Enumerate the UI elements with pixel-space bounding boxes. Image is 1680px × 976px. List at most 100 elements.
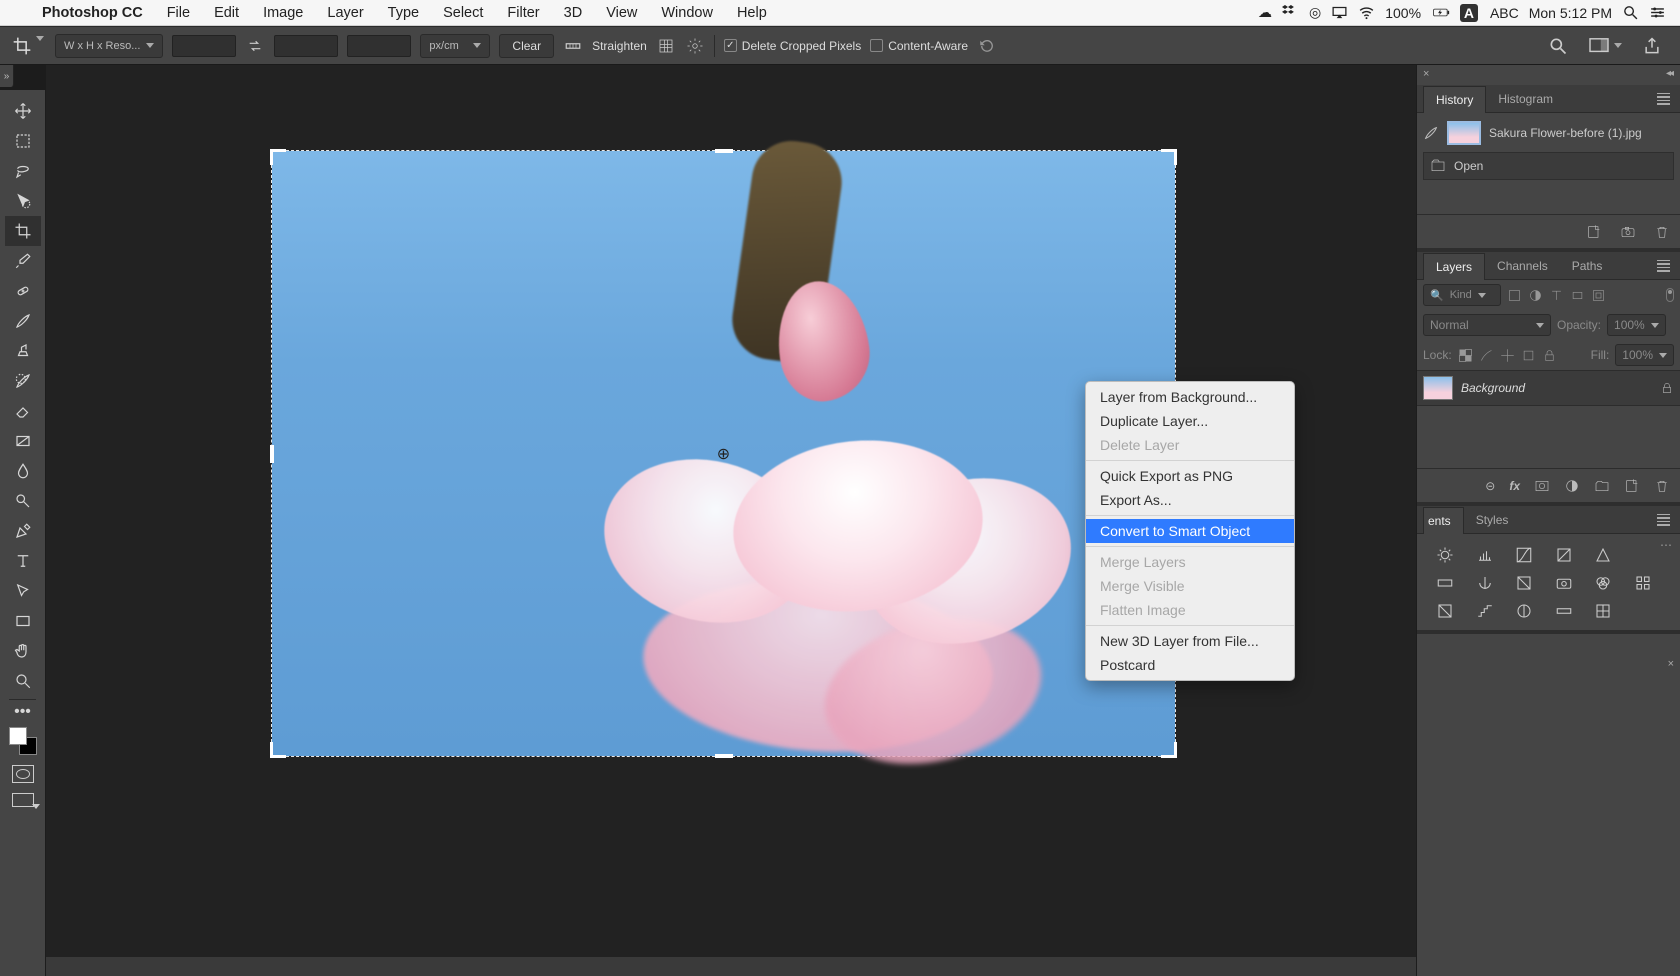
status-clock[interactable]: Mon 5:12 PM (1529, 5, 1612, 21)
tab-history[interactable]: History (1423, 86, 1486, 113)
crop-settings-icon[interactable] (685, 36, 705, 56)
adj-exposure-icon[interactable] (1554, 546, 1574, 564)
history-document-row[interactable]: Sakura Flower-before (1).jpg (1423, 117, 1674, 149)
expand-tabs-icon[interactable]: » (0, 65, 14, 87)
blend-mode-dropdown[interactable]: Normal (1423, 314, 1551, 336)
lock-artboard-icon[interactable] (1521, 348, 1536, 363)
menu-image[interactable]: Image (251, 5, 315, 21)
type-tool[interactable] (5, 546, 41, 576)
adj-brightness-icon[interactable] (1435, 546, 1455, 564)
menu-view[interactable]: View (594, 5, 649, 21)
adjustments-panel-menu-icon[interactable] (1653, 510, 1674, 530)
menu-file[interactable]: File (155, 5, 202, 21)
pen-tool[interactable] (5, 516, 41, 546)
ctx-duplicate-layer[interactable]: Duplicate Layer... (1086, 409, 1294, 433)
crop-preset-dropdown[interactable]: W x H x Reso... (55, 34, 163, 58)
adj-threshold-icon[interactable] (1514, 602, 1534, 620)
crop-unit-dropdown[interactable]: px/cm (420, 34, 490, 58)
hand-tool[interactable] (5, 636, 41, 666)
ctx-quick-export-png[interactable]: Quick Export as PNG (1086, 464, 1294, 488)
adjustment-layer-icon[interactable] (1564, 478, 1580, 494)
gradient-tool[interactable] (5, 426, 41, 456)
ctx-new-3d-layer[interactable]: New 3D Layer from File... (1086, 629, 1294, 653)
delete-cropped-checkbox[interactable]: Delete Cropped Pixels (724, 39, 861, 53)
lock-transparency-icon[interactable] (1458, 348, 1473, 363)
status-cloud-icon[interactable]: ☁︎ (1258, 4, 1272, 21)
adj-colorbalance-icon[interactable] (1475, 574, 1495, 592)
status-wifi-icon[interactable] (1358, 4, 1375, 21)
filter-shape-icon[interactable] (1570, 288, 1585, 303)
healing-brush-tool[interactable] (5, 276, 41, 306)
filter-pixel-icon[interactable] (1507, 288, 1522, 303)
color-swatches[interactable] (9, 727, 37, 755)
rectangle-tool[interactable] (5, 606, 41, 636)
tab-adjustments[interactable]: ents (1423, 507, 1464, 534)
crop-handle-tr[interactable] (1161, 149, 1177, 165)
app-name[interactable]: Photoshop CC (30, 5, 155, 21)
menu-layer[interactable]: Layer (315, 5, 375, 21)
crop-tool[interactable] (5, 216, 41, 246)
adj-gradientmap-icon[interactable] (1554, 602, 1574, 620)
status-cc-icon[interactable]: ◎ (1309, 4, 1321, 21)
fill-field[interactable]: 100% (1615, 344, 1674, 366)
layer-background[interactable]: Background (1417, 370, 1680, 406)
history-panel-menu-icon[interactable] (1653, 89, 1674, 109)
brush-tool[interactable] (5, 306, 41, 336)
history-step-open[interactable]: Open (1423, 152, 1674, 180)
ctx-layer-from-background[interactable]: Layer from Background... (1086, 385, 1294, 409)
swap-dimensions-icon[interactable] (245, 36, 265, 56)
crop-handle-bottom[interactable] (715, 754, 733, 758)
quick-selection-tool[interactable] (5, 186, 41, 216)
clone-stamp-tool[interactable] (5, 336, 41, 366)
timeline-close-icon[interactable]: × (1668, 658, 1674, 670)
crop-width-field[interactable] (172, 35, 236, 57)
filter-type-icon[interactable] (1549, 288, 1564, 303)
status-battery[interactable]: 100% (1385, 4, 1450, 21)
panel-collapse-icon[interactable]: ◂◂ (1666, 68, 1672, 79)
menu-edit[interactable]: Edit (202, 5, 251, 21)
opacity-field[interactable]: 100% (1607, 314, 1666, 336)
adj-photofilter-icon[interactable] (1554, 574, 1574, 592)
adj-channelmixer-icon[interactable] (1593, 574, 1613, 592)
layer-filter-kind-dropdown[interactable]: 🔍Kind (1423, 284, 1501, 306)
menu-type[interactable]: Type (376, 5, 431, 21)
active-tool-crop-icon[interactable] (10, 36, 46, 56)
layers-panel-menu-icon[interactable] (1653, 256, 1674, 276)
crop-handle-bl[interactable] (270, 742, 286, 758)
crop-handle-br[interactable] (1161, 742, 1177, 758)
layer-mask-icon[interactable] (1534, 478, 1550, 494)
screen-mode-toggle[interactable] (12, 793, 34, 807)
reset-crop-icon[interactable] (977, 36, 997, 56)
status-dropbox-icon[interactable] (1282, 4, 1299, 21)
ctx-convert-smart-object[interactable]: Convert to Smart Object (1086, 519, 1294, 543)
adj-posterize-icon[interactable] (1475, 602, 1495, 620)
eyedropper-tool[interactable] (5, 246, 41, 276)
ctx-postcard[interactable]: Postcard (1086, 653, 1294, 677)
menu-select[interactable]: Select (431, 5, 495, 21)
adj-vibrance-icon[interactable] (1593, 546, 1613, 564)
crop-handle-top[interactable] (715, 149, 733, 153)
straighten-label[interactable]: Straighten (592, 39, 647, 53)
crop-resolution-field[interactable] (347, 35, 411, 57)
adj-colorlookup-icon[interactable] (1633, 574, 1653, 592)
panel-group-close-icon[interactable]: × (1423, 68, 1429, 80)
layer-lock-icon[interactable] (1660, 381, 1674, 395)
delete-layer-icon[interactable] (1654, 478, 1670, 494)
quick-mask-toggle[interactable] (12, 765, 34, 783)
adj-levels-icon[interactable] (1475, 546, 1495, 564)
status-control-center-icon[interactable] (1649, 4, 1666, 21)
tab-styles[interactable]: Styles (1464, 507, 1521, 533)
layer-name[interactable]: Background (1461, 381, 1652, 395)
crop-height-field[interactable] (274, 35, 338, 57)
adj-invert-icon[interactable] (1435, 602, 1455, 620)
menu-window[interactable]: Window (649, 5, 725, 21)
lasso-tool[interactable] (5, 156, 41, 186)
adjustments-more-icon[interactable]: ⋯ (1660, 538, 1672, 552)
filter-smart-icon[interactable] (1591, 288, 1606, 303)
delete-state-icon[interactable] (1654, 224, 1670, 240)
new-layer-icon[interactable] (1624, 478, 1640, 494)
menu-help[interactable]: Help (725, 5, 779, 21)
tab-paths[interactable]: Paths (1560, 253, 1615, 279)
status-airplay-icon[interactable] (1331, 4, 1348, 21)
crop-handle-tl[interactable] (270, 149, 286, 165)
